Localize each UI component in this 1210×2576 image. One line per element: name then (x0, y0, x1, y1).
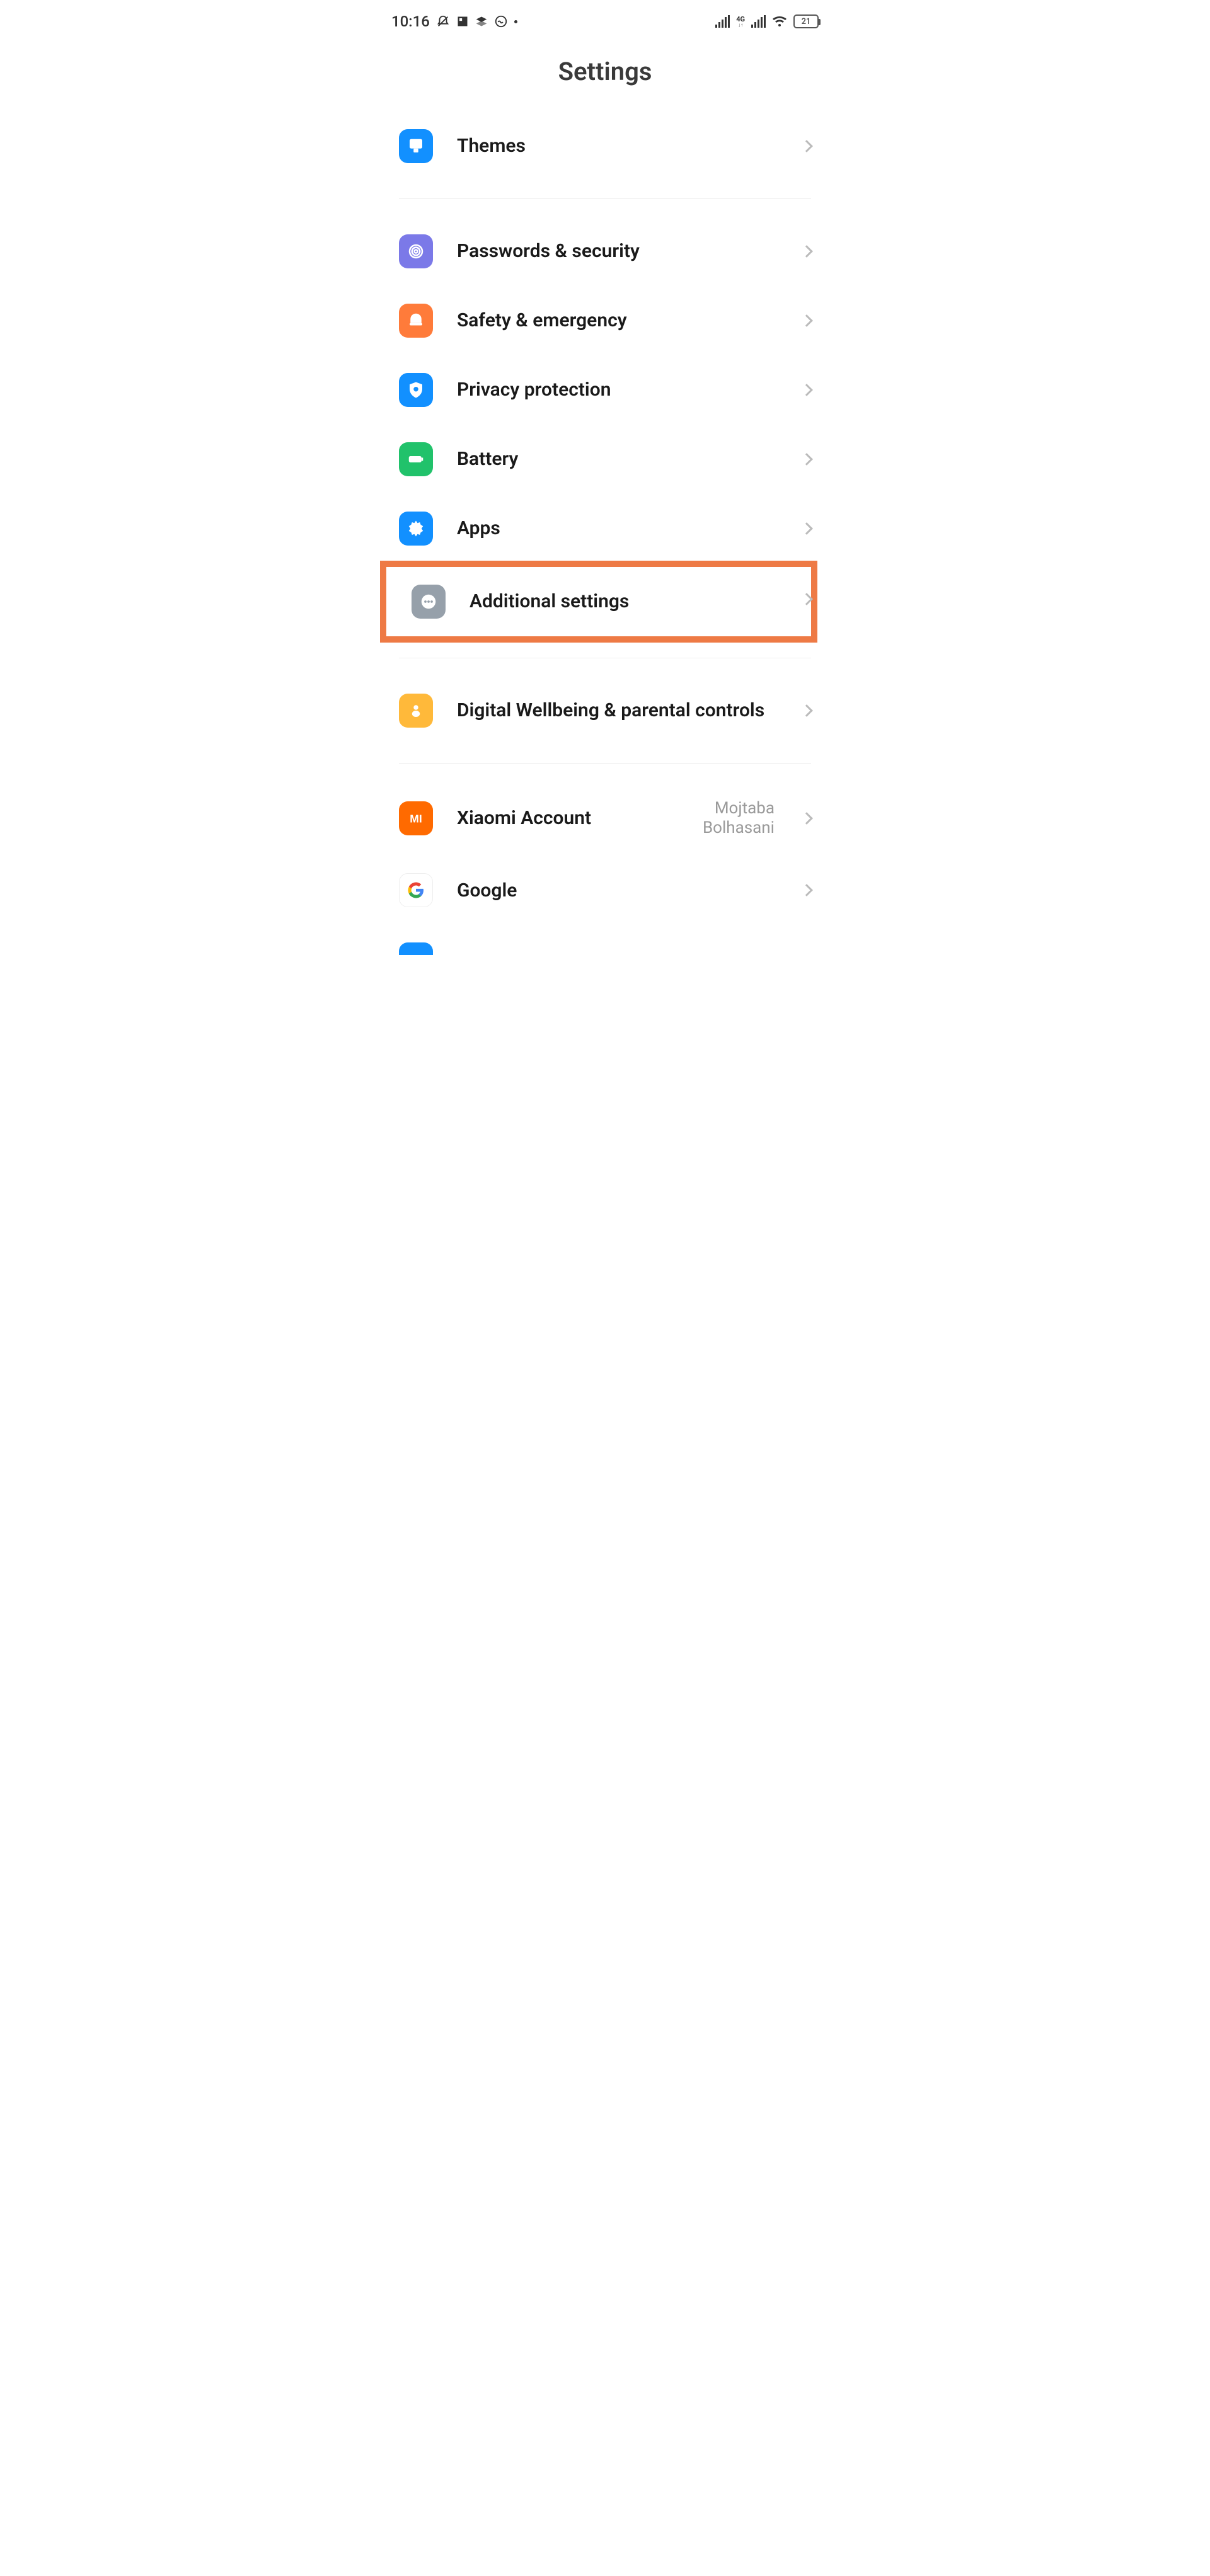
settings-item-partial[interactable] (386, 925, 824, 955)
battery-status-icon: 21 (793, 14, 819, 28)
layers-icon (475, 15, 488, 28)
settings-item-wellbeing[interactable]: Digital Wellbeing & parental controls (386, 676, 824, 745)
chevron-right-icon (800, 140, 813, 152)
settings-item-safety[interactable]: Safety & emergency (386, 286, 824, 355)
square-icon (456, 15, 469, 28)
chevron-right-icon (800, 453, 813, 466)
chevron-right-icon (800, 522, 813, 535)
settings-item-privacy[interactable]: Privacy protection (386, 355, 824, 425)
mi-logo-icon: MI (399, 801, 433, 835)
settings-item-google[interactable]: Google (386, 856, 824, 925)
title-row: Settings (374, 38, 836, 112)
item-label: Digital Wellbeing & parental controls (457, 699, 778, 723)
item-label: Themes (457, 134, 778, 158)
item-label: Google (457, 879, 778, 903)
item-label: Additional settings (470, 590, 811, 614)
highlight-annotation: Additional settings (380, 561, 817, 643)
signal-icon-1 (715, 15, 730, 28)
item-label: Passwords & security (457, 239, 778, 263)
status-left: 10:16 (391, 13, 517, 30)
signal-icon-2 (751, 15, 766, 28)
partial-icon (399, 942, 433, 955)
themes-icon (399, 129, 433, 163)
mention-icon (494, 14, 508, 28)
divider (399, 763, 811, 764)
shield-icon (399, 373, 433, 407)
settings-item-passwords[interactable]: Passwords & security (386, 217, 824, 286)
battery-icon (399, 442, 433, 476)
item-label: Privacy protection (457, 378, 778, 402)
google-icon (399, 873, 433, 907)
item-label: Apps (457, 517, 778, 541)
settings-item-additional[interactable]: Additional settings (399, 567, 811, 636)
gear-icon (399, 512, 433, 546)
chevron-right-icon (800, 384, 813, 396)
svg-text:MI: MI (410, 812, 422, 825)
status-bar: 10:16 4G↓↑ 21 (374, 0, 836, 38)
item-label: Xiaomi Account (457, 806, 637, 830)
settings-item-apps[interactable]: Apps (386, 494, 824, 563)
item-value: Mojtaba Bolhasani (661, 799, 775, 838)
emergency-icon (399, 304, 433, 338)
status-right: 4G↓↑ 21 (715, 14, 819, 29)
settings-item-xiaomi-account[interactable]: MI Xiaomi Account Mojtaba Bolhasani (386, 781, 824, 856)
chevron-right-icon (800, 704, 813, 717)
settings-list: Themes Passwords & security Safety & eme… (374, 112, 836, 955)
more-icon (412, 585, 446, 619)
fingerprint-icon (399, 234, 433, 268)
chevron-right-icon (800, 812, 813, 825)
status-time: 10:16 (391, 13, 430, 30)
wellbeing-icon (399, 694, 433, 728)
chevron-right-icon (800, 245, 813, 258)
item-label: Battery (457, 447, 778, 471)
mute-icon (436, 14, 450, 28)
divider (399, 198, 811, 199)
chevron-right-icon (800, 314, 813, 327)
wifi-icon (772, 14, 787, 29)
settings-item-battery[interactable]: Battery (386, 425, 824, 494)
chevron-right-icon (800, 884, 813, 896)
network-type: 4G↓↑ (736, 16, 745, 28)
item-label: Safety & emergency (457, 309, 778, 333)
page-title: Settings (374, 57, 836, 86)
settings-item-themes[interactable]: Themes (386, 112, 824, 181)
dot-icon (514, 20, 517, 23)
